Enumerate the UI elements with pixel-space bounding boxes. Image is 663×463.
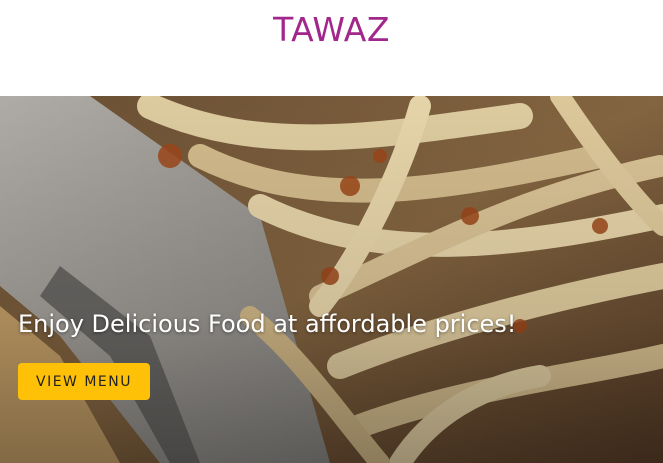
view-menu-button[interactable]: VIEW MENU	[18, 363, 150, 400]
hero-banner: Enjoy Delicious Food at affordable price…	[0, 96, 663, 463]
site-header: TAWAZ	[0, 0, 663, 96]
brand-logo-text[interactable]: TAWAZ	[0, 10, 663, 50]
hero-food-image	[0, 96, 663, 463]
hero-headline: Enjoy Delicious Food at affordable price…	[18, 310, 517, 338]
